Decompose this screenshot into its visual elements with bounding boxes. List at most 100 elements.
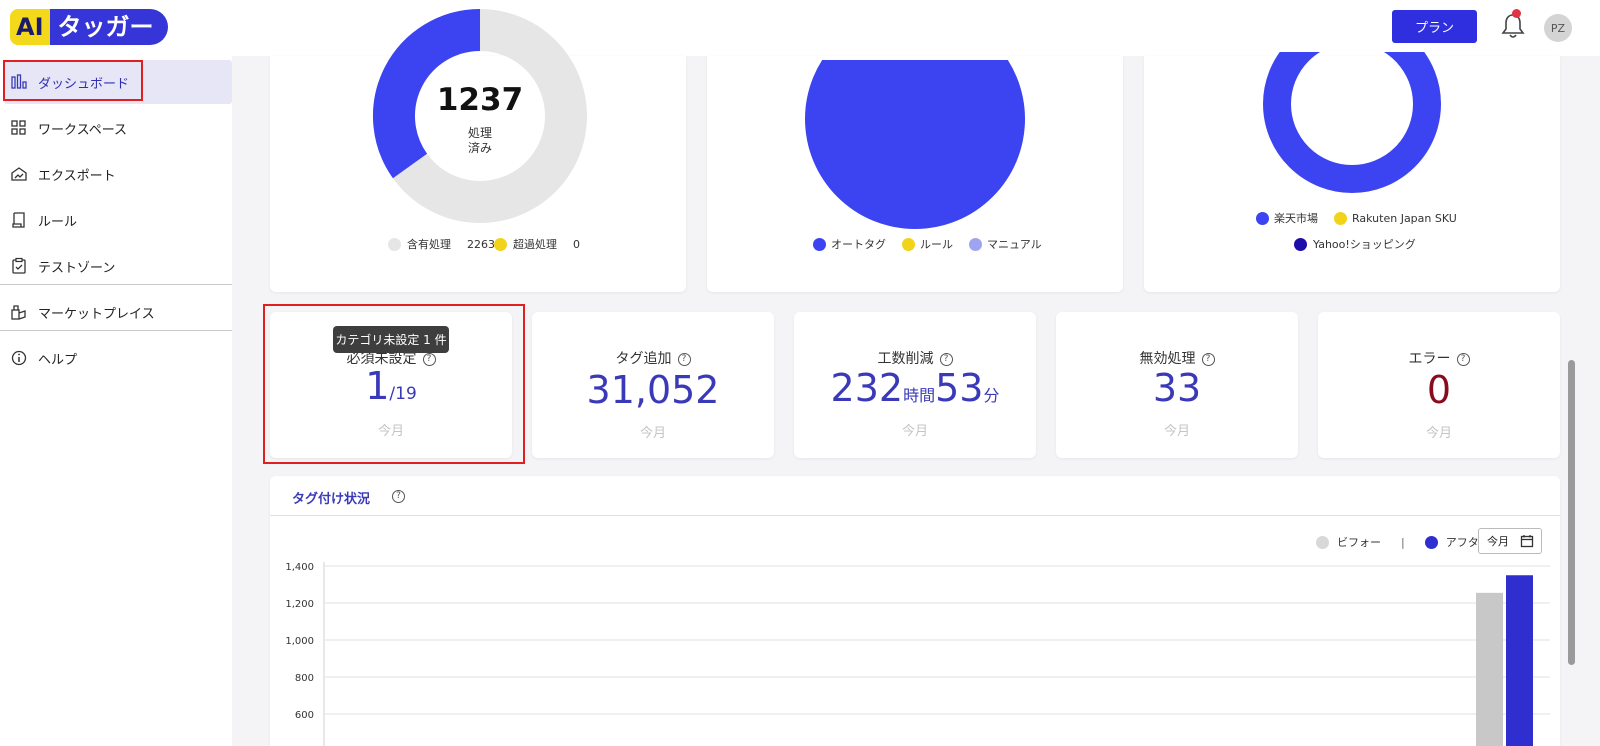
sidebar-divider [0,330,232,331]
y-tick-label: 800 [295,673,314,684]
sidebar-item-label: マーケットプレイス [38,306,155,322]
legend-dot [813,237,826,251]
stat-period: 今月 [639,426,666,441]
plan-button[interactable]: プラン [1392,10,1477,43]
stat-hours-unit: 時間 [903,386,936,405]
stat-title-text: エラー [1408,351,1451,367]
logo-name-text: タッガー [49,9,168,45]
period-select-value: 今月 [1487,535,1509,548]
sidebar-item-label: ルール [38,214,78,230]
legend-rule: ルール [902,236,953,252]
stat-title: 工数削減? [794,348,1036,368]
processed-donut-card: 1237 処理 済み 含有処理 2263 超過処理 0 [270,9,686,292]
legend-auto-tag: オートタグ [813,236,886,252]
legend-rakuten: 楽天市場 [1256,210,1318,226]
sidebar-item-help[interactable]: ヘルプ [0,336,232,380]
y-tick-label: 1,000 [285,636,314,647]
before-after-legend: ビフォー | アフター [1316,534,1490,550]
export-icon [11,167,27,181]
legend-dot-after [1424,535,1438,549]
avatar[interactable]: PZ [1544,14,1572,42]
legend-dot [494,237,507,251]
help-icon[interactable]: ? [939,352,953,366]
help-icon[interactable]: ? [1201,352,1215,366]
processed-count: 1237 [436,82,524,118]
top-header: AI タッガー プラン PZ [0,0,1600,56]
stat-value: 33 [1152,366,1202,410]
marketplace-donut-card: 楽天市場 Rakuten Japan SKU Yahoo!ショッピング [1144,52,1560,292]
legend-dot [969,237,982,251]
stat-title-text: タグ追加 [615,351,672,367]
stat-card-error[interactable]: エラー? 0 今月 [1318,312,1560,458]
y-tick-label: 1,200 [285,599,314,610]
legend-label: 楽天市場 [1274,212,1318,225]
grid-icon [11,120,26,135]
help-icon[interactable]: ? [677,352,691,366]
legend-label: Rakuten Japan SKU [1352,211,1457,225]
tag-method-pie-chart [805,60,1025,229]
stat-period: 今月 [1163,424,1190,439]
clipboard-check-icon [12,257,26,274]
processed-label-line1: 処理 [467,126,492,140]
stat-title-text: 無効処理 [1139,351,1196,367]
stat-title: タグ追加? [532,348,774,368]
legend-value: 0 [573,237,580,251]
stat-hours: 232 [830,366,904,410]
stat-title: 無効処理? [1056,348,1298,368]
tagging-status-card: タグ付け状況 ? ビフォー | アフター 今月 1,400 1,200 1,000 8… [270,476,1560,746]
y-tick-label: 600 [295,710,314,721]
sidebar-item-label: テストゾーン [38,260,116,276]
stat-card-tag-added[interactable]: タグ追加? 31,052 今月 [532,312,774,458]
legend-dot [1256,211,1269,225]
stat-value: 232時間53分 [794,366,1036,410]
tagging-status-header: タグ付け状況 ? [270,476,1560,516]
period-select[interactable]: 今月 [1478,528,1542,554]
stat-value: 31,052 [586,368,720,412]
legend-dot [902,237,915,251]
tooltip: カテゴリ未設定 1 件 [333,326,449,353]
sidebar-divider [0,284,232,285]
highlight-dashboard-box [3,60,143,101]
sidebar-item-rules[interactable]: ルール [0,198,232,242]
legend-dot [388,237,401,251]
sidebar-item-workspace[interactable]: ワークスペース [0,106,232,150]
stat-value: 0 [1426,368,1452,412]
legend-label: 超過処理 [513,238,557,251]
stat-card-invalid[interactable]: 無効処理? 33 今月 [1056,312,1298,458]
scrollbar[interactable] [1568,360,1575,665]
stat-minutes-unit: 分 [983,386,1000,405]
help-icon[interactable]: ? [392,490,405,503]
stat-card-time-saved[interactable]: 工数削減? 232時間53分 今月 [794,312,1036,458]
legend-dot-before [1316,535,1329,549]
legend-dot [1334,211,1347,225]
sidebar-item-label: ヘルプ [38,352,78,368]
stat-title: エラー? [1318,348,1560,368]
processed-label-line2: 済み [467,141,492,155]
processed-label: 処理 済み [400,126,560,156]
y-tick-label: 1,400 [285,562,314,573]
stat-title-text: 工数削減 [877,351,934,367]
tagging-bar-chart: 1,400 1,200 1,000 800 600 [285,562,1550,746]
sidebar-item-test-zone[interactable]: テストゾーン [0,244,232,288]
sidebar-item-export[interactable]: エクスポート [0,152,232,196]
legend-before-label: ビフォー [1337,536,1381,549]
logo-ai-text: AI [10,9,50,45]
rule-document-icon [12,212,25,228]
bar-after[interactable] [1506,575,1533,746]
help-icon[interactable]: ? [1456,352,1470,366]
sidebar-item-label: エクスポート [38,168,116,184]
sidebar-item-marketplace[interactable]: マーケットプレイス [0,290,232,334]
legend-label: オートタグ [831,238,886,251]
notification-badge [1512,9,1521,18]
legend-dot [1294,237,1307,251]
bar-before[interactable] [1476,592,1503,746]
marketplace-icon [11,305,26,320]
sidebar: ダッシュボード ワークスペース エクスポート ルール テストゾーン マーケットプ… [0,56,232,746]
tag-method-pie-card: オートタグ ルール マニュアル [707,56,1123,292]
legend-label: 含有処理 [407,238,451,251]
stat-minutes: 53 [935,366,984,410]
legend-label: マニュアル [987,238,1042,251]
legend-manual: マニュアル [969,236,1042,252]
app-logo[interactable]: AI タッガー [10,9,168,45]
sidebar-item-label: ワークスペース [38,122,128,138]
